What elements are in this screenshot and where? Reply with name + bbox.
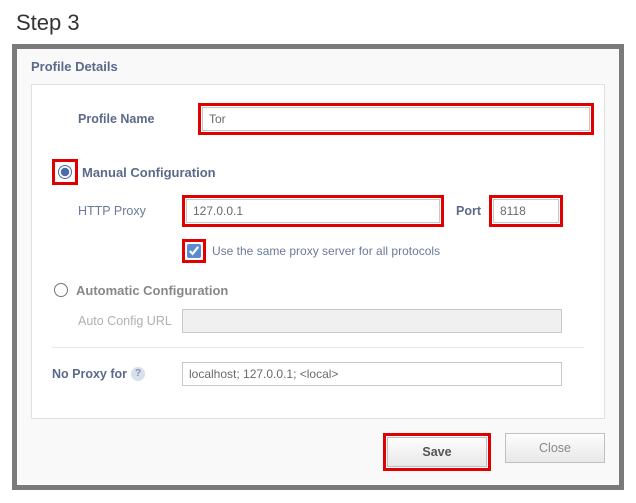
auto-url-input[interactable] [182, 309, 562, 333]
no-proxy-label: No Proxy for [52, 367, 127, 381]
no-proxy-label-wrap: No Proxy for ? [52, 367, 182, 381]
help-icon[interactable]: ? [131, 367, 145, 381]
manual-radio-highlight [52, 159, 78, 185]
manual-config-row: Manual Configuration [52, 159, 584, 185]
port-label: Port [456, 204, 481, 218]
http-proxy-input[interactable] [186, 199, 440, 223]
profile-name-label: Profile Name [78, 112, 198, 126]
manual-config-radio[interactable] [58, 165, 72, 179]
outer-panel: Profile Details Profile Name Manual Conf… [12, 44, 624, 490]
fieldset-title: Profile Details [31, 53, 605, 84]
auto-config-radio[interactable] [54, 283, 68, 297]
no-proxy-row: No Proxy for ? [52, 362, 584, 386]
same-proxy-row: Use the same proxy server for all protoc… [182, 239, 584, 263]
http-proxy-highlight [182, 195, 444, 227]
same-proxy-highlight [182, 239, 206, 263]
auto-url-label: Auto Config URL [78, 314, 182, 328]
save-highlight: Save [383, 433, 491, 471]
save-button[interactable]: Save [387, 437, 487, 467]
profile-name-row: Profile Name [52, 103, 584, 135]
same-proxy-label: Use the same proxy server for all protoc… [212, 244, 440, 258]
port-highlight [489, 195, 563, 227]
profile-name-highlight [198, 103, 594, 135]
no-proxy-input[interactable] [182, 362, 562, 386]
close-button[interactable]: Close [505, 433, 605, 463]
profile-name-input[interactable] [202, 107, 590, 131]
inner-panel: Profile Name Manual Configuration HTTP P… [31, 84, 605, 419]
http-proxy-row: HTTP Proxy Port [78, 195, 584, 227]
same-proxy-checkbox[interactable] [187, 244, 201, 258]
http-proxy-label: HTTP Proxy [78, 204, 182, 218]
port-input[interactable] [493, 199, 559, 223]
auto-config-label: Automatic Configuration [76, 283, 228, 298]
auto-url-row: Auto Config URL [78, 309, 584, 333]
step-title: Step 3 [16, 10, 624, 36]
divider [52, 347, 584, 348]
button-row: Save Close [31, 433, 605, 471]
manual-config-label: Manual Configuration [82, 165, 216, 180]
auto-config-row: Automatic Configuration [52, 281, 584, 299]
